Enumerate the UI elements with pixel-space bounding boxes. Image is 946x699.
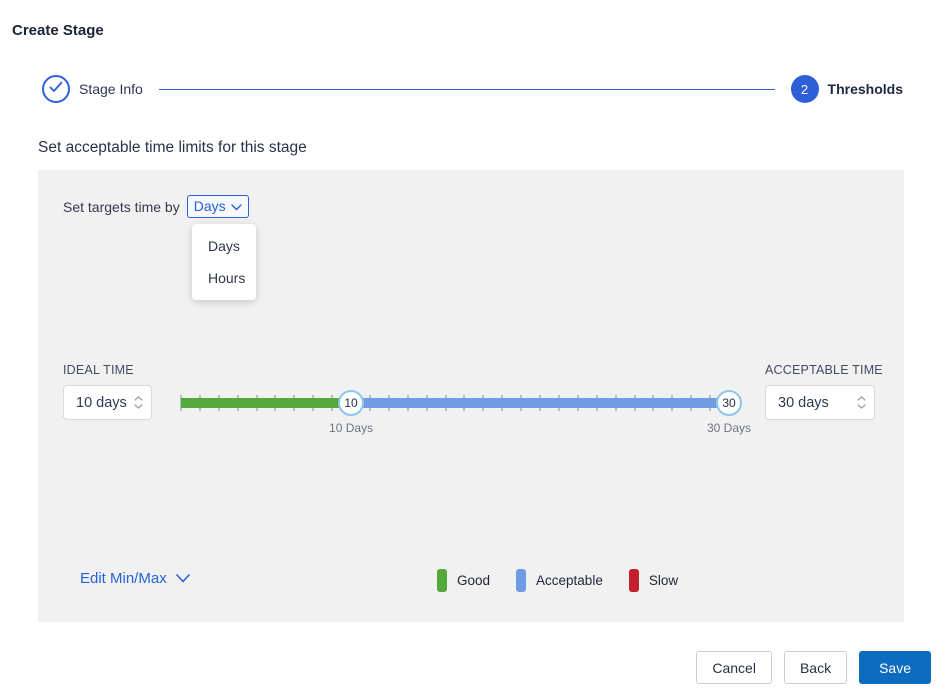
unit-selected-value: Days [194, 198, 226, 214]
unit-dropdown-menu: Days Hours [192, 224, 256, 300]
ideal-time-input[interactable]: 10 days [63, 385, 152, 420]
acceptable-time-label: ACCEPTABLE TIME [765, 363, 883, 377]
step-thresholds-label: Thresholds [828, 81, 903, 97]
legend-item-slow: Slow [629, 569, 678, 592]
step-stage-info-label: Stage Info [79, 81, 143, 97]
legend: Good Acceptable Slow [437, 569, 678, 592]
acceptable-swatch [516, 569, 526, 592]
good-swatch [437, 569, 447, 592]
dialog-footer: Cancel Back Save [0, 651, 946, 684]
ideal-slider-handle[interactable]: 10 [338, 390, 364, 416]
spinner-up-icon[interactable] [857, 396, 866, 401]
slider-track[interactable] [181, 398, 729, 408]
spinner-down-icon[interactable] [857, 404, 866, 409]
legend-item-good: Good [437, 569, 490, 592]
cancel-button[interactable]: Cancel [696, 651, 772, 684]
slider-acceptable-segment [351, 398, 729, 408]
save-button[interactable]: Save [859, 651, 931, 684]
thresholds-panel: Set targets time by Days Days Hours IDEA… [38, 170, 904, 622]
spinner-up-icon[interactable] [134, 396, 143, 401]
ideal-handle-caption: 10 Days [329, 421, 373, 435]
step-stage-info[interactable]: Stage Info [42, 75, 143, 103]
chevron-down-icon [176, 570, 190, 587]
edit-minmax-label: Edit Min/Max [80, 570, 167, 587]
page-title: Create Stage [12, 22, 104, 39]
stepper: Stage Info 2 Thresholds [42, 75, 903, 103]
good-label: Good [457, 573, 490, 588]
ideal-time-value: 10 days [76, 395, 134, 411]
slider-good-segment [181, 398, 351, 408]
ideal-time-spinner [134, 396, 143, 409]
unit-dropdown-trigger[interactable]: Days [187, 195, 249, 218]
acceptable-handle-caption: 30 Days [707, 421, 751, 435]
stepper-connector [159, 89, 775, 90]
unit-option-days[interactable]: Days [192, 230, 256, 262]
back-button[interactable]: Back [784, 651, 847, 684]
unit-option-hours[interactable]: Hours [192, 262, 256, 294]
acceptable-time-spinner [857, 396, 866, 409]
ideal-time-label: IDEAL TIME [63, 363, 152, 377]
acceptable-slider-handle[interactable]: 30 [716, 390, 742, 416]
step-number: 2 [801, 82, 808, 97]
check-icon [49, 80, 63, 98]
acceptable-label: Acceptable [536, 573, 603, 588]
set-targets-label: Set targets time by [63, 199, 180, 215]
step-thresholds[interactable]: 2 Thresholds [791, 75, 903, 103]
edit-minmax-link[interactable]: Edit Min/Max [80, 570, 190, 587]
acceptable-time-input[interactable]: 30 days [765, 385, 875, 420]
acceptable-time-value: 30 days [778, 395, 857, 411]
create-stage-dialog: Create Stage Stage Info 2 Thresholds Set… [0, 0, 946, 699]
chevron-down-icon [231, 198, 242, 214]
spinner-down-icon[interactable] [134, 404, 143, 409]
slider: 10 30 10 Days 30 Days [181, 390, 729, 440]
ideal-time-group: IDEAL TIME 10 days [63, 363, 152, 420]
section-heading: Set acceptable time limits for this stag… [38, 139, 307, 157]
legend-item-acceptable: Acceptable [516, 569, 603, 592]
step-number-circle: 2 [791, 75, 819, 103]
set-targets-row: Set targets time by Days [63, 195, 249, 218]
slow-swatch [629, 569, 639, 592]
acceptable-time-group: ACCEPTABLE TIME 30 days [765, 363, 883, 420]
step-complete-circle [42, 75, 70, 103]
slow-label: Slow [649, 573, 678, 588]
